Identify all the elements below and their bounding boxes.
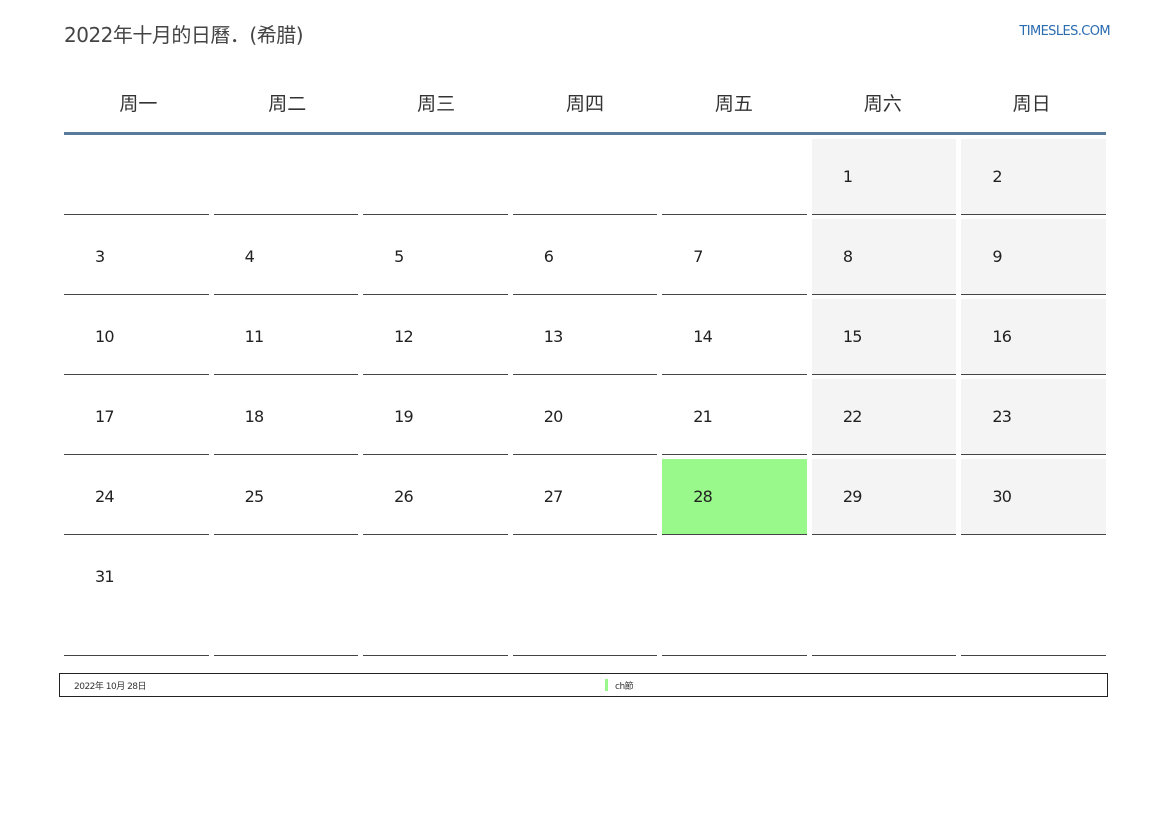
day-cell[interactable]: 7 [662, 219, 807, 295]
day-number: 2 [992, 167, 1002, 186]
day-cell[interactable]: 16 [961, 299, 1106, 375]
day-cell[interactable]: 27 [512, 459, 658, 535]
day-cell[interactable]: 6 [512, 219, 658, 295]
footer-bar: 2022年 10月 28日 ch節 [59, 673, 1108, 697]
day-cell [213, 139, 359, 215]
day-cell[interactable]: 24 [64, 459, 209, 535]
weekday-mon: 周一 [119, 92, 158, 115]
week-row: 17 18 19 20 21 22 23 [64, 379, 1106, 455]
weekday-header-row: 周一 周二 周三 周四 周五 周六 周日 [64, 72, 1106, 135]
day-cell[interactable]: 14 [662, 299, 807, 375]
day-cell[interactable]: 9 [961, 219, 1106, 295]
day-cell-today[interactable]: 28 [662, 459, 807, 535]
day-number: 28 [693, 487, 713, 506]
today-legend-swatch [605, 679, 608, 691]
day-cell[interactable]: 12 [363, 299, 508, 375]
day-number: 5 [394, 247, 404, 266]
day-cell[interactable]: 2 [961, 139, 1106, 215]
week-row: 24 25 26 27 28 29 30 [64, 459, 1106, 535]
day-cell[interactable]: 22 [811, 379, 957, 455]
day-number: 24 [95, 487, 115, 506]
day-cell[interactable]: 26 [363, 459, 508, 535]
day-cell [512, 539, 658, 656]
day-cell [512, 139, 658, 215]
day-cell [64, 139, 209, 215]
day-cell[interactable]: 25 [213, 459, 359, 535]
day-number: 18 [244, 407, 265, 426]
day-number: 14 [693, 327, 713, 346]
day-number: 9 [992, 247, 1002, 266]
day-cell[interactable]: 15 [811, 299, 957, 375]
day-number: 6 [543, 247, 554, 266]
day-cell[interactable]: 23 [961, 379, 1106, 455]
day-cell [363, 539, 508, 656]
day-cell [363, 139, 508, 215]
day-cell [213, 539, 359, 656]
day-number: 13 [543, 327, 564, 346]
weekday-sun: 周日 [1012, 92, 1051, 115]
day-number: 10 [95, 327, 115, 346]
day-number: 8 [842, 247, 853, 266]
weekday-sat: 周六 [863, 92, 902, 115]
today-legend-label: ch節 [615, 682, 634, 692]
day-number: 12 [394, 327, 414, 346]
day-number: 25 [244, 487, 265, 506]
day-number: 23 [992, 407, 1012, 426]
weekday-wed: 周三 [417, 92, 456, 115]
day-cell[interactable]: 17 [64, 379, 209, 455]
day-cell[interactable]: 10 [64, 299, 209, 375]
day-cell[interactable]: 19 [363, 379, 508, 455]
day-number: 20 [543, 407, 564, 426]
day-number: 31 [95, 567, 115, 586]
day-cell[interactable]: 11 [213, 299, 359, 375]
day-number: 26 [394, 487, 414, 506]
day-number: 29 [842, 487, 863, 506]
day-number: 1 [842, 167, 853, 186]
day-number: 3 [95, 247, 105, 266]
day-cell [662, 139, 807, 215]
weekday-thu: 周四 [565, 92, 604, 115]
week-row: 12 [64, 139, 1106, 215]
week-row: 31 [64, 539, 1106, 656]
day-cell[interactable]: 13 [512, 299, 658, 375]
calendar: 周一 周二 周三 周四 周五 周六 周日 1 2 3 4 5 6 7 8 9 10 11 12 13 14… [64, 72, 1106, 660]
day-number: 21 [693, 407, 713, 426]
week-row: 10 11 12 13 14 15 16 [64, 299, 1106, 375]
day-cell[interactable]: 1 [811, 139, 957, 215]
day-number: 27 [543, 487, 564, 506]
day-cell[interactable]: 29 [811, 459, 957, 535]
day-number: 7 [693, 247, 703, 266]
site-link[interactable]: TIMESLES.COM [1019, 24, 1110, 39]
day-cell[interactable]: 5 [363, 219, 508, 295]
day-cell[interactable]: 31 [64, 539, 209, 656]
weekday-fri: 周五 [714, 92, 753, 115]
day-cell[interactable]: 30 [961, 459, 1106, 535]
page-title: 2022年十月的日曆．(希腊) [64, 23, 304, 47]
day-cell [811, 539, 957, 656]
day-cell [662, 539, 807, 656]
day-number: 16 [992, 327, 1012, 346]
day-number: 19 [394, 407, 414, 426]
day-number: 15 [842, 327, 863, 346]
day-cell [961, 539, 1106, 656]
day-cell[interactable]: 4 [213, 219, 359, 295]
day-number: 22 [842, 407, 863, 426]
day-cell[interactable]: 21 [662, 379, 807, 455]
day-cell[interactable]: 20 [512, 379, 658, 455]
day-cell[interactable]: 3 [64, 219, 209, 295]
day-number: 11 [244, 327, 265, 346]
day-number: 17 [95, 407, 115, 426]
day-cell[interactable]: 18 [213, 379, 359, 455]
day-number: 4 [244, 247, 255, 266]
footer-date: 2022年 10月 28日 [74, 682, 147, 692]
weekday-tue: 周二 [268, 92, 307, 115]
day-number: 30 [992, 487, 1012, 506]
week-row: 3 4 5 6 7 8 9 [64, 219, 1106, 295]
calendar-grid: 1 2 3 4 5 6 7 8 9 10 11 12 13 14 15 16 17 18 19 20 21 22 23 24 2… [64, 139, 1106, 656]
day-cell[interactable]: 8 [811, 219, 957, 295]
